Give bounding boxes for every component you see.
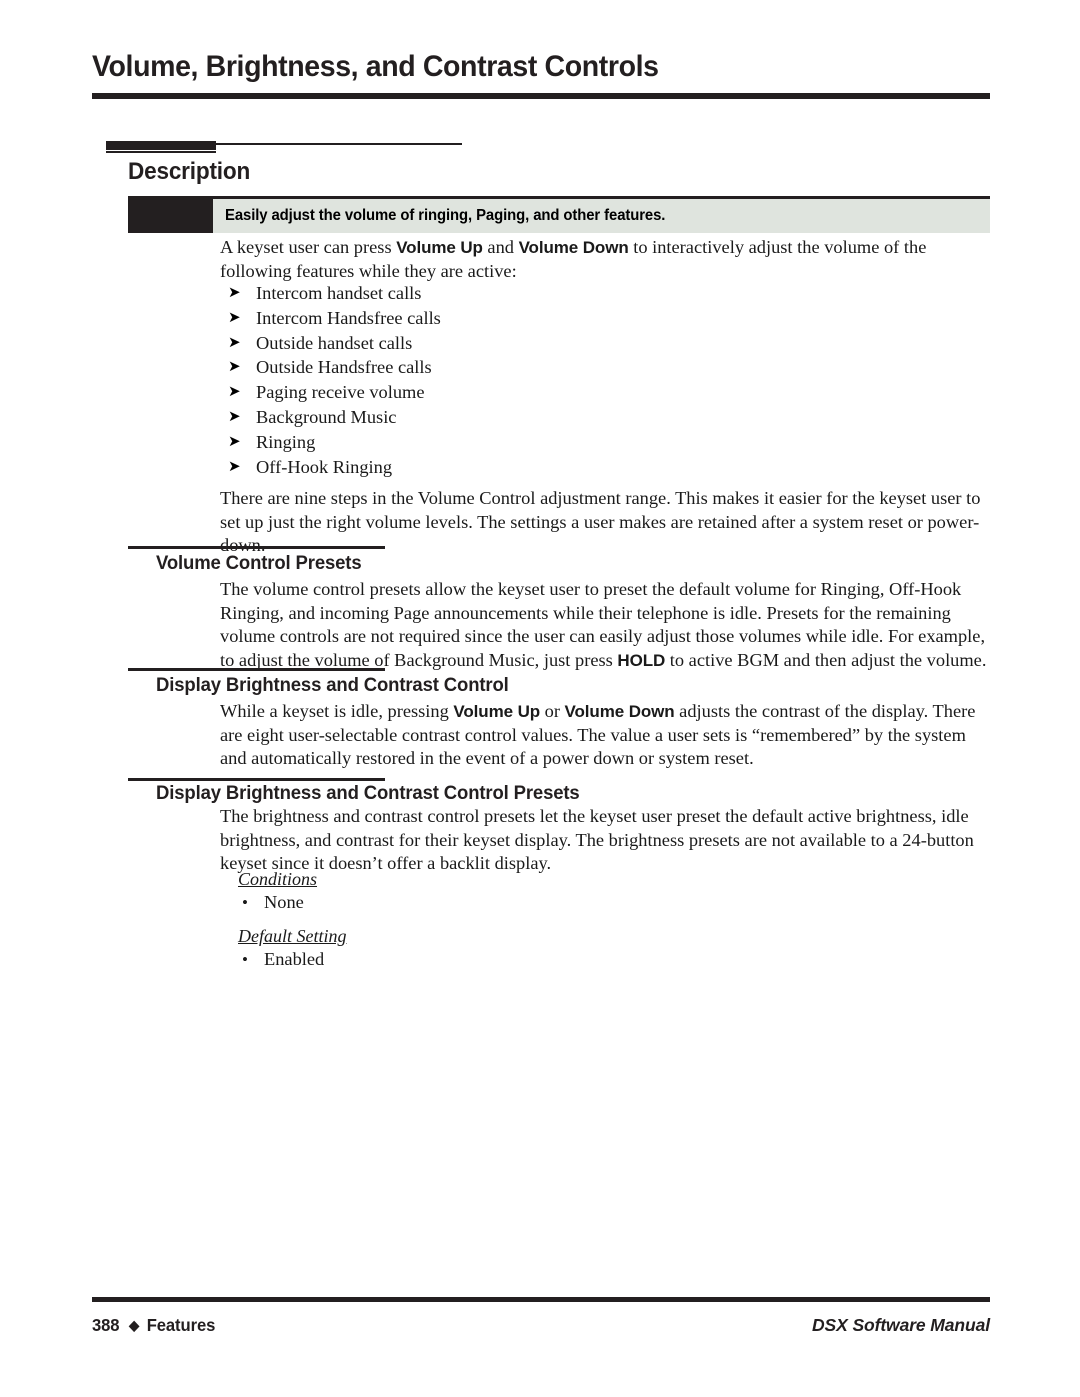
list-item-label: Outside Handsfree calls: [256, 357, 432, 378]
conditions-list: • None: [238, 891, 838, 915]
callout-banner: Easily adjust the volume of ringing, Pag…: [128, 196, 990, 233]
arrow-bullet-icon: ➤: [228, 309, 241, 326]
dot-bullet-icon: •: [242, 893, 248, 912]
intro-paragraph-block: A keyset user can press Volume Up and Vo…: [220, 236, 990, 283]
subsection-body-volume-control-presets: The volume control presets allow the key…: [220, 578, 990, 672]
sub2-bold-volume-down: Volume Down: [564, 702, 675, 721]
list-item-label: Background Music: [256, 406, 397, 427]
footer-section-name: Features: [146, 1315, 216, 1335]
meta-block: Conditions • None Default Setting • Enable…: [238, 868, 838, 981]
list-item: ➤ Paging receive volume: [220, 380, 990, 405]
intro-paragraph: A keyset user can press Volume Up and Vo…: [220, 236, 990, 283]
list-item-label: Enabled: [264, 948, 325, 969]
list-item-label: Outside handset calls: [256, 332, 413, 353]
section-heading-description: Description: [128, 158, 251, 185]
sub2-mid: or: [540, 701, 565, 721]
list-item-label: Intercom Handsfree calls: [256, 307, 441, 328]
subsection-heading-display-brightness-contrast-control: Display Brightness and Contrast Control: [156, 674, 509, 696]
list-item-label: Paging receive volume: [256, 382, 425, 403]
footer-page-number: 388: [92, 1315, 120, 1335]
intro-mid: and: [482, 237, 519, 257]
list-item: ➤ Ringing: [220, 430, 990, 455]
arrow-bullet-icon: ➤: [228, 285, 241, 301]
arrow-bullet-icon: ➤: [228, 433, 241, 450]
footer-rule: [92, 1297, 990, 1302]
list-item-label: Ringing: [256, 431, 316, 452]
subsection-rule-display-brightness-contrast-control: [128, 668, 385, 671]
document-page: Volume, Brightness, and Contrast Control…: [0, 0, 1080, 1397]
sub2-bold-volume-up: Volume Up: [453, 702, 541, 721]
arrow-bullet-icon: ➤: [228, 458, 241, 475]
intro-bold-volume-up: Volume Up: [396, 238, 483, 257]
default-setting-list: • Enabled: [238, 948, 838, 972]
intro-bold-volume-down: Volume Down: [518, 238, 629, 257]
list-item: • None: [238, 891, 838, 915]
list-item: ➤ Intercom handset calls: [220, 281, 990, 306]
subsection-rule-volume-control-presets: [128, 546, 385, 549]
footer-diamond-icon: ◆: [128, 1317, 140, 1333]
section-heading-rule: [106, 141, 462, 153]
arrow-bullet-icon: ➤: [228, 384, 241, 401]
arrow-bullet-icon: ➤: [228, 408, 241, 425]
page-title-rule: [92, 93, 990, 99]
list-item: ➤ Outside Handsfree calls: [220, 355, 990, 380]
subsection-paragraph: The volume control presets allow the key…: [220, 578, 990, 672]
list-item: ➤ Off-Hook Ringing: [220, 455, 990, 480]
subsection-heading-volume-control-presets: Volume Control Presets: [156, 552, 362, 574]
section-rule-underline: [106, 151, 216, 153]
section-rule-thin: [216, 143, 462, 145]
list-item: ➤ Background Music: [220, 405, 990, 430]
conditions-label: Conditions: [238, 869, 318, 889]
list-item-label: Off-Hook Ringing: [256, 456, 393, 477]
feature-list: ➤ Intercom handset calls ➤ Intercom Handsf…: [220, 281, 990, 479]
default-setting-label: Default Setting: [238, 925, 347, 946]
section-rule-thick: [106, 141, 216, 150]
footer-manual-name: DSX Software Manual: [812, 1315, 990, 1335]
page-title: Volume, Brightness, and Contrast Control…: [92, 50, 659, 83]
feature-list-block: ➤ Intercom handset calls ➤ Intercom Handsf…: [220, 281, 990, 479]
list-item: ➤ Outside handset calls: [220, 331, 990, 356]
callout-swatch: [128, 199, 213, 233]
list-item-label: Intercom handset calls: [256, 283, 422, 303]
footer-left: 388 ◆ Features: [92, 1315, 215, 1336]
sub2-pre: While a keyset is idle, pressing: [220, 701, 454, 721]
arrow-bullet-icon: ➤: [228, 334, 241, 351]
list-item-label: None: [264, 892, 304, 912]
subsection-paragraph: The brightness and contrast control pres…: [220, 806, 974, 873]
subsection-body-display-brightness-contrast-control-presets: The brightness and contrast control pres…: [220, 805, 990, 876]
list-item: • Enabled: [238, 948, 838, 972]
subsection-heading-display-brightness-contrast-control-presets: Display Brightness and Contrast Control …: [156, 782, 580, 804]
subsection-paragraph: While a keyset is idle, pressing Volume …: [220, 700, 990, 771]
arrow-bullet-icon: ➤: [228, 359, 241, 376]
dot-bullet-icon: •: [242, 949, 248, 969]
intro-pre: A keyset user can press: [220, 237, 397, 257]
subsection-rule-display-brightness-contrast-control-presets: [128, 778, 385, 781]
sub1-bold-hold: HOLD: [617, 650, 666, 670]
list-item: ➤ Intercom Handsfree calls: [220, 306, 990, 331]
callout-text: Easily adjust the volume of ringing, Pag…: [225, 207, 666, 224]
sub1-post: to active BGM and then adjust the volume…: [665, 649, 987, 670]
subsection-body-display-brightness-contrast-control: While a keyset is idle, pressing Volume …: [220, 700, 990, 771]
